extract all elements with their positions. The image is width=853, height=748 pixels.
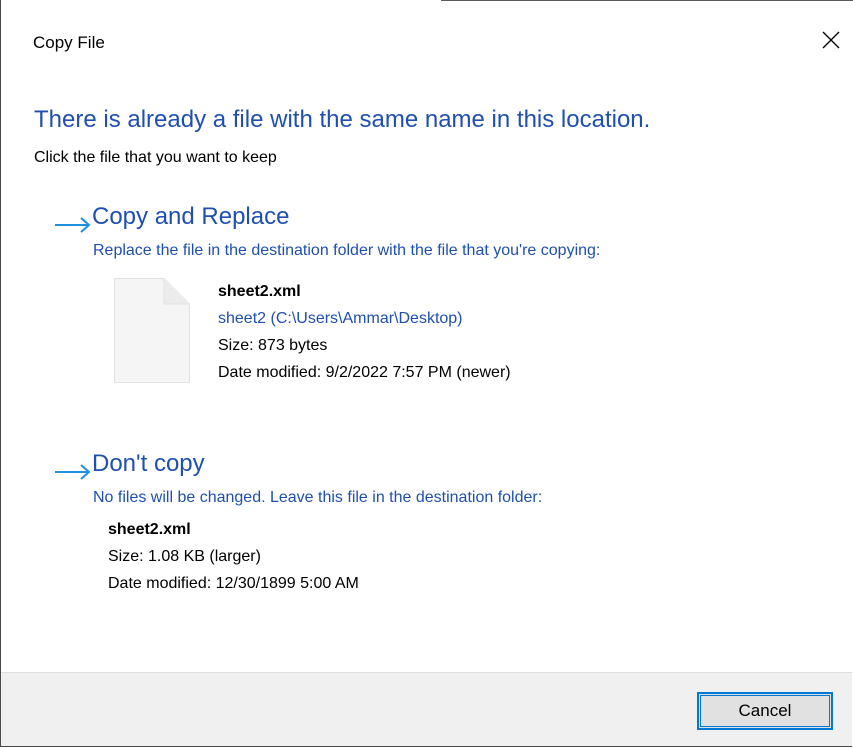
dont-copy-title: Don't copy [92, 450, 205, 477]
conflict-heading: There is already a file with the same na… [34, 106, 651, 133]
copy-file-dialog: Copy File There is already a file with t… [0, 0, 853, 747]
dialog-footer: Cancel [1, 672, 852, 746]
close-button[interactable] [810, 18, 852, 62]
source-file-date: Date modified: 9/2/2022 7:57 PM (newer) [218, 364, 511, 381]
source-file-size: Size: 873 bytes [218, 337, 328, 354]
close-icon [822, 31, 840, 49]
window-title: Copy File [33, 33, 105, 52]
copy-and-replace-description: Replace the file in the destination fold… [93, 242, 601, 259]
destination-file-name: sheet2.xml [108, 521, 191, 538]
conflict-subheading: Click the file that you want to keep [34, 149, 277, 166]
destination-file-date: Date modified: 12/30/1899 5:00 AM [108, 575, 359, 592]
source-file-path: sheet2 (C:\Users\Ammar\Desktop) [218, 310, 463, 327]
destination-file-size: Size: 1.08 KB (larger) [108, 548, 261, 565]
arrow-right-icon [55, 464, 91, 480]
copy-and-replace-option[interactable]: Copy and Replace Replace the file in the… [51, 203, 841, 403]
source-file-details: sheet2.xml sheet2 (C:\Users\Ammar\Deskto… [218, 278, 511, 386]
source-file-name: sheet2.xml [218, 283, 301, 300]
dont-copy-description: No files will be changed. Leave this fil… [93, 489, 543, 506]
dont-copy-option[interactable]: Don't copy No files will be changed. Lea… [51, 450, 841, 610]
copy-and-replace-title: Copy and Replace [92, 203, 290, 230]
cancel-button[interactable]: Cancel [697, 692, 833, 730]
destination-file-details: sheet2.xml Size: 1.08 KB (larger) Date m… [108, 516, 359, 597]
arrow-right-icon [55, 217, 91, 233]
document-icon [114, 278, 190, 383]
title-bar[interactable]: Copy File [1, 0, 852, 84]
